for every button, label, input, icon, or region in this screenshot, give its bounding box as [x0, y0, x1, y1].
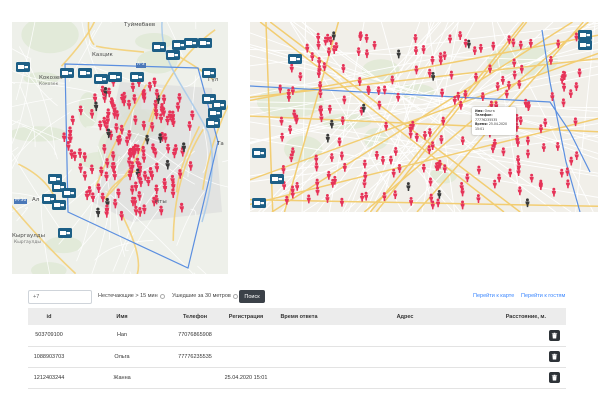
camera-marker-icon[interactable] — [152, 42, 166, 52]
camera-marker-icon[interactable] — [52, 200, 66, 210]
camera-marker-icon[interactable] — [78, 68, 92, 78]
cell-id: 1212403244 — [28, 367, 70, 389]
cell-response — [276, 367, 322, 389]
cell-name: Ольга — [70, 346, 174, 368]
camera-marker-icon[interactable] — [166, 50, 180, 60]
goto-guests-link[interactable]: Перейти к гостям — [521, 293, 565, 299]
filter-unattended-label: Нестечающие > 15 мин — [98, 293, 158, 299]
map-label: Туймебаев — [124, 22, 156, 28]
camera-marker-icon[interactable] — [16, 62, 30, 72]
trash-icon[interactable] — [549, 351, 560, 362]
table-row[interactable]: 1088903703 Ольга 77776235535 — [28, 346, 566, 368]
trash-icon[interactable] — [549, 372, 560, 383]
cell-distance — [488, 325, 566, 347]
camera-marker-icon[interactable] — [288, 54, 302, 64]
camera-marker-icon[interactable] — [108, 72, 122, 82]
col-registration[interactable]: Регистрация — [216, 308, 276, 325]
map-label: Ал — [32, 197, 40, 203]
cell-phone: 77076865908 — [174, 325, 216, 347]
map-right-canvas[interactable] — [250, 22, 598, 212]
road-shield: М-36 — [14, 198, 28, 204]
cell-address — [322, 346, 488, 368]
filter-left-area[interactable]: Ушедшие за 30 метров — [172, 293, 238, 299]
camera-marker-icon[interactable] — [578, 40, 592, 50]
map-label: Кокозек — [39, 75, 63, 81]
popup-name-value: Ольга — [484, 109, 495, 113]
marker-popup: Имя: Ольга Телефон: 77776235535 Время: 2… — [472, 107, 516, 135]
camera-marker-icon[interactable] — [208, 108, 222, 118]
map-label: Кокозек — [39, 82, 59, 87]
cell-id: 503709100 — [28, 325, 70, 347]
col-address[interactable]: Адрес — [322, 308, 488, 325]
popup-phone-value: 77776235535 — [475, 117, 498, 122]
camera-marker-icon[interactable] — [62, 188, 76, 198]
camera-marker-icon[interactable] — [198, 38, 212, 48]
popup-time-label: Время: — [475, 122, 488, 127]
help-circle-icon — [232, 293, 238, 299]
search-input[interactable] — [28, 290, 92, 304]
col-response-time[interactable]: Время ответа — [276, 308, 322, 325]
camera-marker-icon[interactable] — [184, 38, 198, 48]
filter-unattended[interactable]: Нестечающие > 15 мин — [98, 293, 165, 299]
cell-name: Han — [70, 325, 174, 347]
col-distance[interactable]: Расстояние, м. — [488, 308, 566, 325]
map-label: Гүл — [208, 77, 219, 83]
table-row[interactable]: 1212403244 Жанна 25.04.2020 15:01 — [28, 367, 566, 389]
map-label: Та — [217, 141, 224, 147]
goto-map-link[interactable]: Перейти к карте — [473, 293, 514, 299]
camera-marker-icon[interactable] — [252, 148, 266, 158]
help-circle-icon — [159, 293, 165, 299]
cell-address — [322, 367, 488, 389]
map-left[interactable]: Туймебаев Казцик Кокозек Кокозек Гүл мты… — [12, 22, 228, 274]
road-shield: А-3 — [136, 62, 146, 68]
cell-name: Жанна — [70, 367, 174, 389]
table-header-row: id Имя Телефон Регистрация Время ответа … — [28, 308, 566, 325]
search-button[interactable]: Поиск — [239, 290, 265, 303]
cell-address — [322, 325, 488, 347]
camera-marker-icon[interactable] — [172, 40, 186, 50]
cell-phone — [174, 367, 216, 389]
camera-marker-icon[interactable] — [206, 118, 220, 128]
cell-distance — [488, 367, 566, 389]
trash-icon[interactable] — [549, 329, 560, 341]
col-id[interactable]: id — [28, 308, 70, 325]
cell-distance — [488, 346, 566, 368]
guests-table: id Имя Телефон Регистрация Время ответа … — [28, 308, 566, 389]
popup-phone-label: Телефон: — [475, 113, 493, 118]
popup-name-label: Имя: — [475, 109, 484, 113]
cell-phone: 77776235535 — [174, 346, 216, 368]
camera-marker-icon[interactable] — [58, 228, 72, 238]
cell-response — [276, 325, 322, 347]
map-label: Кыргаулды — [12, 233, 45, 239]
map-label: мты — [155, 199, 167, 205]
col-name[interactable]: Имя — [70, 308, 174, 325]
camera-marker-icon[interactable] — [130, 72, 144, 82]
col-phone[interactable]: Телефон — [174, 308, 216, 325]
map-label: Казцик — [92, 52, 113, 58]
table-row[interactable]: 503709100 Han 77076865908 — [28, 325, 566, 347]
map-label: Кыргаулды — [14, 240, 41, 245]
cell-registration — [216, 346, 276, 368]
camera-marker-icon[interactable] — [252, 198, 266, 208]
map-right[interactable]: Имя: Ольга Телефон: 77776235535 Время: 2… — [250, 22, 598, 212]
cell-id: 1088903703 — [28, 346, 70, 368]
camera-marker-icon[interactable] — [270, 174, 284, 184]
camera-marker-icon[interactable] — [94, 74, 108, 84]
cell-registration: 25.04.2020 15:01 — [216, 367, 276, 389]
filter-left-area-label: Ушедшие за 30 метров — [172, 293, 231, 299]
camera-marker-icon[interactable] — [578, 30, 592, 40]
cell-registration — [216, 325, 276, 347]
cell-response — [276, 346, 322, 368]
